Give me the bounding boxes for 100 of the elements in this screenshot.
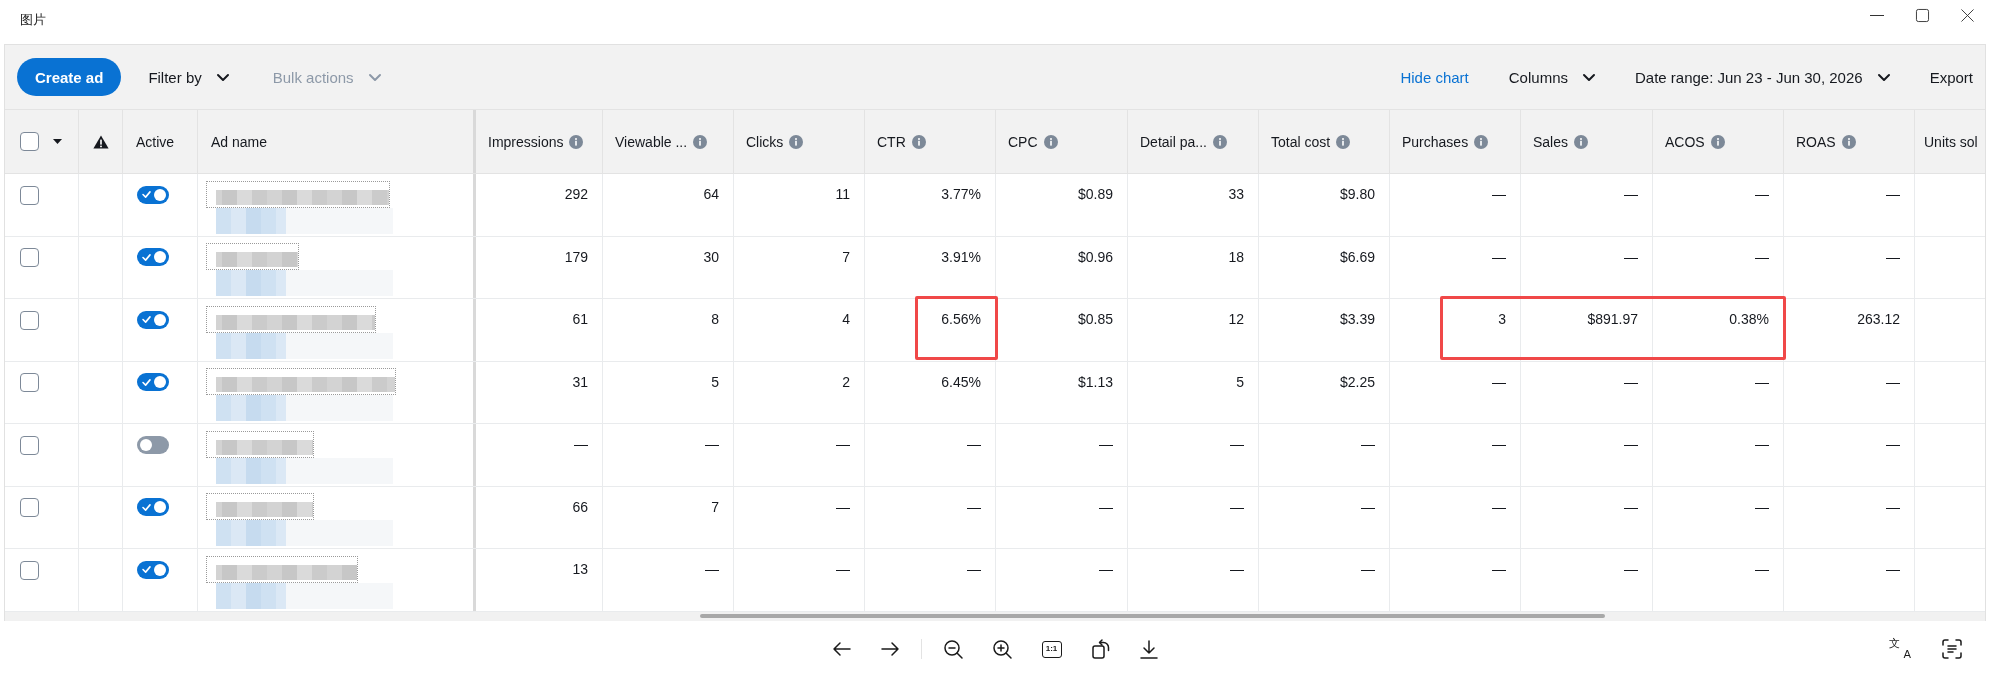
table-cell: — bbox=[1259, 486, 1390, 548]
active-toggle[interactable] bbox=[137, 373, 169, 391]
table-cell: — bbox=[734, 424, 865, 486]
chevron-down-icon bbox=[1582, 73, 1595, 81]
table-cell: 12 bbox=[1128, 299, 1259, 361]
active-toggle[interactable] bbox=[137, 185, 169, 204]
table-cell: 179 bbox=[476, 236, 603, 298]
column-header[interactable]: CPC bbox=[1008, 133, 1038, 150]
table-cell: 263.12 bbox=[1784, 299, 1915, 361]
column-header[interactable]: CTR bbox=[877, 133, 906, 150]
actual-size-button[interactable]: 1:1 bbox=[1041, 640, 1062, 658]
table-cell: — bbox=[1521, 486, 1653, 548]
row-checkbox[interactable] bbox=[20, 248, 39, 267]
table-cell: — bbox=[1521, 236, 1653, 298]
row-checkbox[interactable] bbox=[20, 560, 39, 580]
table-cell: 31 bbox=[476, 361, 603, 423]
column-header[interactable]: Ad name bbox=[211, 133, 268, 150]
column-header[interactable]: Active bbox=[136, 133, 175, 150]
column-header[interactable]: Sales bbox=[1533, 133, 1569, 150]
table-cell: — bbox=[603, 424, 734, 486]
column-header[interactable]: Impressions bbox=[488, 133, 564, 150]
column-header[interactable]: Total cost bbox=[1271, 133, 1331, 150]
active-toggle[interactable] bbox=[137, 310, 169, 329]
active-toggle[interactable] bbox=[137, 498, 169, 516]
table-cell: — bbox=[1390, 549, 1521, 611]
table-cell: — bbox=[1784, 174, 1915, 236]
table-cell: 5 bbox=[1128, 361, 1259, 423]
text-button[interactable]: Export bbox=[1929, 58, 1973, 96]
table-cell: 7 bbox=[603, 486, 734, 548]
table-cell: 6.45% bbox=[865, 361, 996, 423]
table-cell: — bbox=[1784, 486, 1915, 548]
check-icon bbox=[142, 503, 151, 511]
minimize-icon[interactable] bbox=[1870, 14, 1884, 16]
table-cell: — bbox=[1390, 236, 1521, 298]
table-cell: 5 bbox=[603, 361, 734, 423]
table-cell: — bbox=[1653, 236, 1784, 298]
table-cell: $891.97 bbox=[1521, 299, 1653, 361]
column-header[interactable]: ROAS bbox=[1796, 133, 1836, 150]
window-title: 图片 bbox=[20, 12, 46, 28]
table-cell: $2.25 bbox=[1259, 361, 1390, 423]
check-icon bbox=[142, 566, 151, 573]
rotate-icon[interactable] bbox=[1091, 639, 1110, 660]
scan-text-icon[interactable] bbox=[1942, 639, 1962, 660]
table-cell: $0.85 bbox=[996, 299, 1128, 361]
table-cell: 3 bbox=[1390, 299, 1521, 361]
column-header[interactable]: Units sol bbox=[1924, 133, 1978, 150]
close-icon[interactable] bbox=[1961, 8, 1974, 22]
table-cell: 3.91% bbox=[865, 236, 996, 298]
active-toggle[interactable] bbox=[137, 435, 169, 454]
table-cell: — bbox=[865, 486, 996, 548]
zoom-out-icon[interactable] bbox=[943, 639, 963, 659]
select-all-checkbox[interactable] bbox=[20, 132, 39, 151]
column-header[interactable]: Clicks bbox=[746, 133, 784, 150]
row-checkbox[interactable] bbox=[20, 310, 39, 330]
dropdown-button[interactable]: Filter by bbox=[148, 58, 229, 96]
table-cell: 2 bbox=[734, 361, 865, 423]
table-cell: — bbox=[1784, 424, 1915, 486]
download-icon[interactable] bbox=[1139, 639, 1158, 659]
table-cell: — bbox=[1653, 549, 1784, 611]
column-header[interactable]: Detail pa... bbox=[1140, 133, 1207, 150]
table-cell: — bbox=[1521, 549, 1653, 611]
table-cell: 6.56% bbox=[865, 299, 996, 361]
table-cell: — bbox=[865, 549, 996, 611]
text-link[interactable]: Hide chart bbox=[1400, 58, 1469, 96]
table-cell: — bbox=[1128, 424, 1259, 486]
table-cell: 4 bbox=[734, 299, 865, 361]
table-cell: — bbox=[1653, 424, 1784, 486]
table-cell: — bbox=[1653, 486, 1784, 548]
column-header[interactable]: Purchases bbox=[1402, 133, 1469, 150]
check-icon bbox=[142, 253, 151, 261]
column-header[interactable]: ACOS bbox=[1665, 133, 1705, 150]
table-cell: 8 bbox=[603, 299, 734, 361]
table-cell: — bbox=[1653, 361, 1784, 423]
table-cell: 30 bbox=[603, 236, 734, 298]
table-cell: $9.80 bbox=[1259, 174, 1390, 236]
arrow-left-icon[interactable] bbox=[832, 642, 851, 657]
row-checkbox[interactable] bbox=[20, 373, 39, 392]
table-cell: — bbox=[1390, 361, 1521, 423]
maximize-icon[interactable] bbox=[1916, 8, 1929, 22]
active-toggle[interactable] bbox=[137, 248, 169, 266]
table-cell: — bbox=[1259, 549, 1390, 611]
caret-down-icon[interactable] bbox=[53, 139, 62, 144]
active-toggle[interactable] bbox=[137, 560, 169, 579]
zoom-in-icon[interactable] bbox=[992, 639, 1012, 659]
arrow-right-icon[interactable] bbox=[880, 642, 899, 657]
dropdown-button[interactable]: Date range: Jun 23 - Jun 30, 2026 bbox=[1634, 58, 1890, 96]
column-header[interactable]: Viewable ... bbox=[615, 133, 688, 150]
row-checkbox[interactable] bbox=[20, 185, 39, 205]
dropdown-button[interactable]: Columns bbox=[1508, 58, 1595, 96]
table-cell: 0.38% bbox=[1653, 299, 1784, 361]
translate-button[interactable]: 文 A bbox=[1889, 638, 1911, 661]
primary-button[interactable]: Create ad bbox=[17, 58, 122, 96]
row-checkbox[interactable] bbox=[20, 435, 39, 455]
table-cell: — bbox=[1521, 174, 1653, 236]
scrollbar-thumb[interactable] bbox=[700, 614, 1605, 618]
table-cell: $0.89 bbox=[996, 174, 1128, 236]
row-checkbox[interactable] bbox=[20, 498, 39, 517]
table-cell: 64 bbox=[603, 174, 734, 236]
table-cell: 18 bbox=[1128, 236, 1259, 298]
table-cell: — bbox=[1521, 424, 1653, 486]
